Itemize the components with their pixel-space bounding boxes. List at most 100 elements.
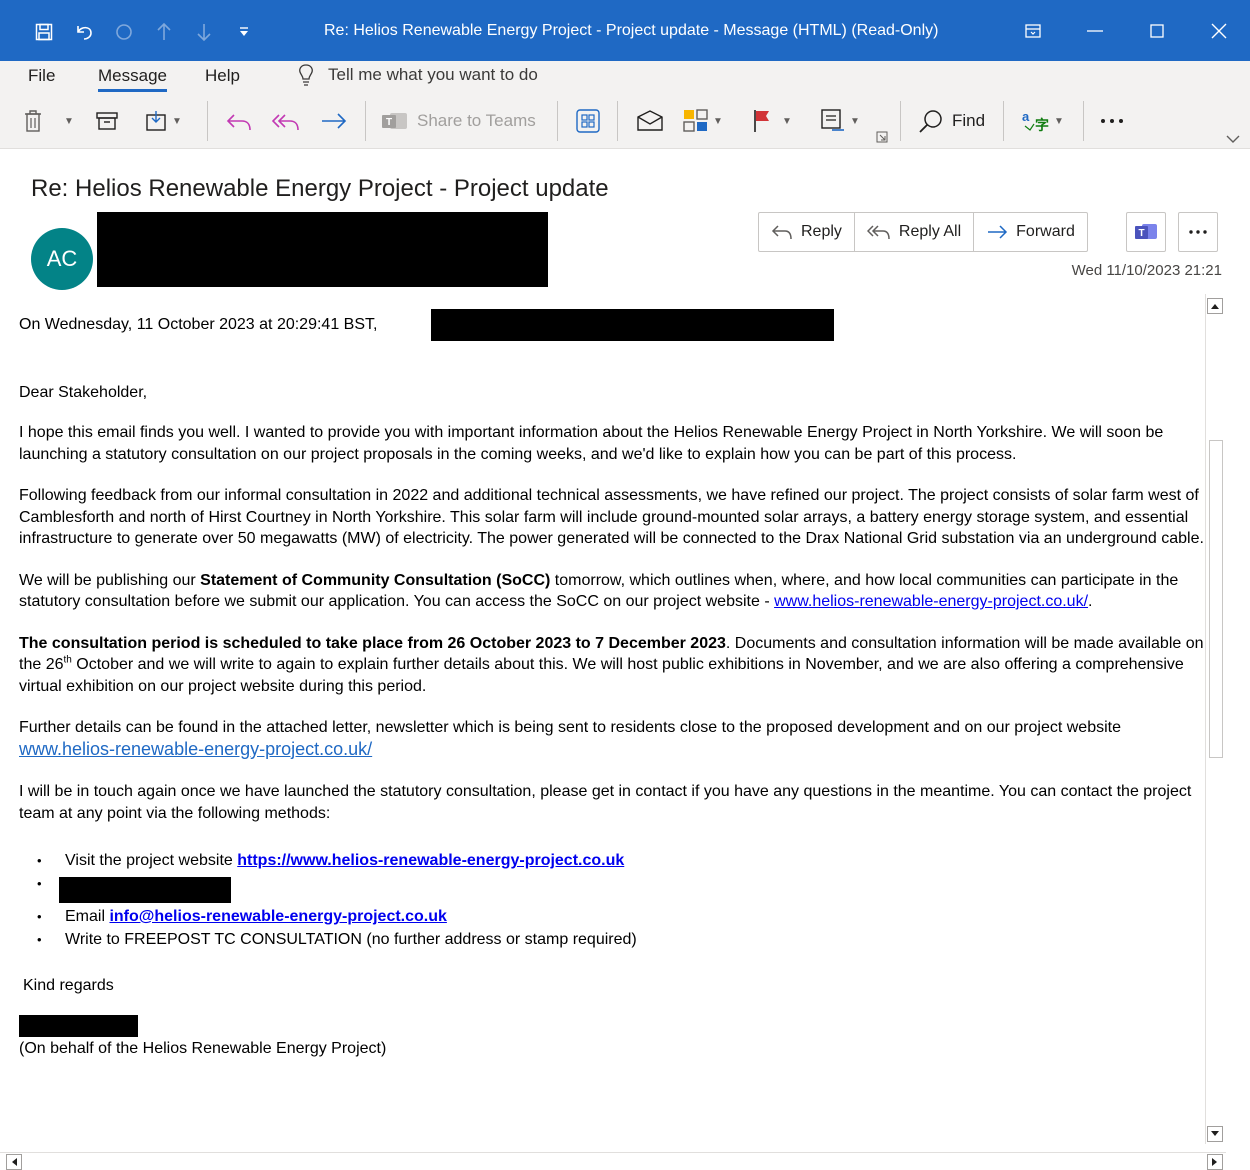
more-commands-icon[interactable] <box>1100 105 1124 137</box>
title-bar: Re: Helios Renewable Energy Project - Pr… <box>0 0 1250 61</box>
reply-all-button[interactable]: Reply All <box>855 213 975 251</box>
close-icon[interactable] <box>1188 0 1250 61</box>
editing-options-button[interactable]: ▼ <box>820 105 860 137</box>
translate-button[interactable]: a字 ▼ <box>1022 105 1064 137</box>
ribbon-divider <box>557 101 558 141</box>
project-website-link[interactable]: www.helios-renewable-energy-project.co.u… <box>774 593 1088 610</box>
ribbon-divider <box>900 101 901 141</box>
paragraph-3: We will be publishing our Statement of C… <box>19 570 1214 613</box>
apps-button[interactable] <box>576 105 600 137</box>
reply-all-icon <box>272 114 299 131</box>
svg-text:T: T <box>1138 228 1144 239</box>
redacted-contact <box>59 876 231 903</box>
chevron-down-icon[interactable]: ▼ <box>850 116 860 127</box>
chevron-down-icon[interactable]: ▼ <box>713 116 723 127</box>
chevron-down-icon[interactable]: ▼ <box>172 116 182 127</box>
expand-ribbon-chevron-icon[interactable] <box>1226 123 1240 155</box>
paragraph-4: The consultation period is scheduled to … <box>19 633 1214 698</box>
forward-ribbon-button[interactable] <box>320 105 348 137</box>
message-subject: Re: Helios Renewable Energy Project - Pr… <box>31 175 609 202</box>
redo-icon <box>104 18 144 46</box>
teams-share-button[interactable]: T <box>1126 212 1166 252</box>
paragraph-3-text-a: We will be publishing our <box>19 571 201 589</box>
undo-icon[interactable] <box>64 18 104 46</box>
reply-button[interactable]: Reply <box>759 213 855 251</box>
share-to-teams-button[interactable]: T Share to Teams <box>381 105 536 137</box>
ribbon-display-options-icon[interactable] <box>1002 0 1064 61</box>
visit-text: Visit the project website <box>65 852 238 869</box>
categorize-icon <box>683 109 708 132</box>
window-controls <box>1002 0 1250 61</box>
horizontal-scrollbar[interactable] <box>0 1152 1226 1170</box>
reply-all-ribbon-button[interactable] <box>272 105 300 137</box>
project-website-link-2[interactable]: www.helios-renewable-energy-project.co.u… <box>19 739 372 759</box>
delete-button[interactable]: ▼ <box>24 105 74 137</box>
scroll-up-icon[interactable] <box>1207 298 1223 314</box>
menu-bar: File Message Help Tell me what you want … <box>0 61 1250 93</box>
scroll-left-icon[interactable] <box>6 1154 22 1170</box>
lightbulb-icon <box>299 64 313 86</box>
scroll-right-icon[interactable] <box>1207 1154 1223 1170</box>
more-actions-button[interactable] <box>1178 212 1218 252</box>
paragraph-5: Further details can be found in the atta… <box>19 717 1214 761</box>
paragraph-4-text-b: October and we will write to again to ex… <box>19 656 1184 695</box>
follow-up-button[interactable]: ▼ <box>752 105 792 137</box>
scroll-down-icon[interactable] <box>1207 1126 1223 1142</box>
chevron-down-icon[interactable]: ▼ <box>782 116 792 127</box>
previous-item-icon <box>144 18 184 46</box>
reply-ribbon-button[interactable] <box>226 105 252 137</box>
search-icon <box>919 110 942 133</box>
list-item: Visit the project website https://www.he… <box>37 850 1214 873</box>
flag-icon <box>754 110 769 132</box>
window-title: Re: Helios Renewable Energy Project - Pr… <box>324 22 939 39</box>
message-actions: Reply Reply All Forward <box>758 212 1088 252</box>
tab-help[interactable]: Help <box>205 66 240 86</box>
chevron-down-icon[interactable]: ▼ <box>64 116 74 127</box>
translate-icon: a字 <box>1022 109 1049 133</box>
svg-text:字: 字 <box>1035 117 1049 133</box>
avatar[interactable]: AC <box>31 228 93 290</box>
find-button[interactable]: Find <box>918 105 985 137</box>
envelope-icon <box>637 110 663 131</box>
chevron-down-icon[interactable]: ▼ <box>1054 116 1064 127</box>
forward-label: Forward <box>1016 223 1075 240</box>
tab-file[interactable]: File <box>28 66 55 86</box>
customize-toolbar-icon[interactable] <box>224 18 264 46</box>
email-link[interactable]: info@helios-renewable-energy-project.co.… <box>109 908 446 925</box>
maximize-icon[interactable] <box>1126 0 1188 61</box>
dialog-launcher-icon[interactable] <box>876 121 888 153</box>
paragraph-3-text-c: . <box>1088 593 1093 610</box>
project-website-url-link[interactable]: https://www.helios-renewable-energy-proj… <box>237 852 624 869</box>
move-to-folder-icon <box>146 111 166 131</box>
sign-off: Kind regards <box>23 977 114 994</box>
quoted-intro: On Wednesday, 11 October 2023 at 20:29:4… <box>19 316 378 333</box>
reply-all-icon <box>866 225 890 240</box>
archive-button[interactable] <box>96 105 118 137</box>
move-button[interactable]: ▼ <box>146 105 182 137</box>
mark-unread-button[interactable] <box>636 105 664 137</box>
categorize-button[interactable]: ▼ <box>683 105 723 137</box>
greeting: Dear Stakeholder, <box>19 383 148 401</box>
message-body: On Wednesday, 11 October 2023 at 20:29:4… <box>19 300 1214 1150</box>
ribbon-divider <box>1003 101 1004 141</box>
save-icon[interactable] <box>24 18 64 46</box>
forward-icon <box>322 113 347 129</box>
teams-icon: T <box>1135 224 1157 239</box>
forward-button[interactable]: Forward <box>974 213 1087 251</box>
ribbon-divider <box>207 101 208 141</box>
reply-label: Reply <box>801 223 842 240</box>
vertical-scrollbar[interactable] <box>1205 294 1225 1144</box>
paragraph-6: I will be in touch again once we have la… <box>19 783 1192 822</box>
scroll-thumb[interactable] <box>1209 440 1223 758</box>
contact-methods-list: Visit the project website https://www.he… <box>37 850 1214 951</box>
tell-me-label: Tell me what you want to do <box>328 65 538 84</box>
tab-message[interactable]: Message <box>98 66 167 92</box>
list-item <box>37 873 1214 907</box>
teams-icon: T <box>382 113 407 129</box>
ribbon-divider <box>365 101 366 141</box>
list-item: Email info@helios-renewable-energy-proje… <box>37 906 1214 929</box>
minimize-icon[interactable] <box>1064 0 1126 61</box>
forward-icon <box>988 225 1008 239</box>
socc-bold-text: Statement of Community Consultation (SoC… <box>200 571 551 589</box>
tell-me-search[interactable]: Tell me what you want to do <box>298 64 538 86</box>
